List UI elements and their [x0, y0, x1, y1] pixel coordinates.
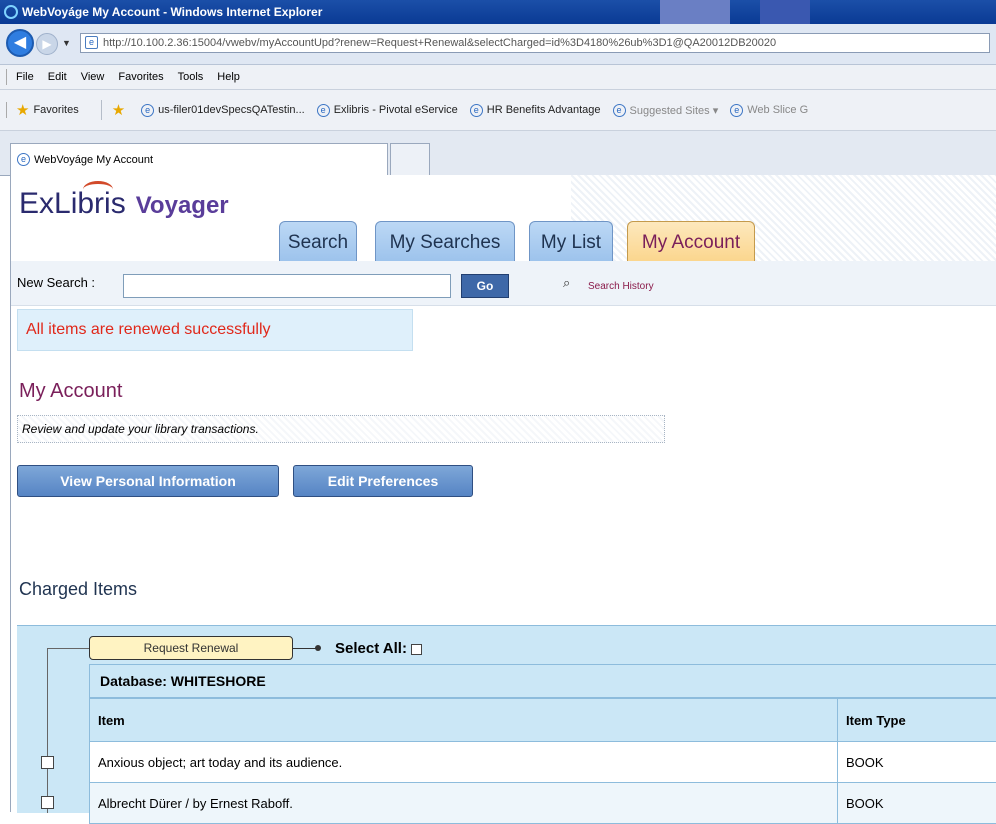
- favorite-link-label: HR Benefits Advantage: [487, 104, 601, 116]
- menu-help[interactable]: Help: [217, 71, 240, 83]
- select-all-checkbox[interactable]: [411, 644, 422, 655]
- favorite-link-specs[interactable]: e us-filer01devSpecsQATestin...: [141, 104, 305, 117]
- ie-page-icon: e: [141, 104, 154, 117]
- tree-connector: [47, 648, 48, 813]
- view-personal-info-button[interactable]: View Personal Information: [17, 465, 279, 497]
- item-title: Albrecht Dürer / by Ernest Raboff.: [90, 783, 838, 824]
- item-type: BOOK: [838, 783, 996, 824]
- menu-favorites[interactable]: Favorites: [118, 71, 163, 83]
- url-field[interactable]: e http://10.100.2.36:15004/vwebv/myAccou…: [80, 33, 990, 53]
- ie-logo-icon: [4, 5, 18, 19]
- page-title: My Account: [19, 380, 122, 403]
- search-history-link[interactable]: Search History: [588, 281, 654, 292]
- favorite-web-slice[interactable]: e Web Slice G: [730, 104, 808, 117]
- toolbar-grip: [6, 69, 10, 85]
- connector-line: [293, 648, 317, 649]
- address-bar: ◀ ▶ ▼ e http://10.100.2.36:15004/vwebv/m…: [0, 24, 996, 65]
- star-icon: ★: [16, 101, 29, 119]
- titlebar-decoration: [760, 0, 810, 24]
- page-icon: e: [85, 36, 98, 49]
- go-button[interactable]: Go: [461, 274, 509, 298]
- connector-dot: [315, 645, 321, 651]
- toolbar-grip: [6, 102, 10, 118]
- tab-my-account[interactable]: My Account: [627, 221, 755, 261]
- site-header: ExLibris Voyager Search My Searches My Li…: [11, 175, 996, 262]
- row-checkbox[interactable]: [41, 756, 54, 769]
- favorites-button[interactable]: ★ Favorites: [16, 101, 79, 119]
- tab-search[interactable]: Search: [279, 221, 357, 261]
- browser-tab-title: WebVoyáge My Account: [34, 154, 153, 166]
- logo-text: ExLibris: [19, 187, 126, 220]
- menu-view[interactable]: View: [81, 71, 105, 83]
- search-input[interactable]: [123, 274, 451, 298]
- ie-page-icon: e: [470, 104, 483, 117]
- favorite-link-hr[interactable]: e HR Benefits Advantage: [470, 104, 601, 117]
- favorites-label: Favorites: [33, 104, 78, 116]
- column-header-item: Item: [90, 699, 838, 742]
- browser-tab-bar: e WebVoyáge My Account: [0, 131, 996, 176]
- favorite-link-label: Exlibris - Pivotal eService: [334, 104, 458, 116]
- logo-product: Voyager: [136, 192, 229, 219]
- new-search-label: New Search :: [17, 275, 95, 290]
- menu-file[interactable]: File: [16, 71, 34, 83]
- favorite-link-label: Web Slice G: [747, 104, 808, 116]
- select-all-label: Select All:: [335, 640, 407, 657]
- browser-tab[interactable]: e WebVoyáge My Account: [10, 143, 388, 175]
- new-tab-button[interactable]: [390, 143, 430, 175]
- add-favorite-button[interactable]: ★: [112, 101, 129, 119]
- column-header-item-type: Item Type: [838, 699, 996, 742]
- table-header-row: Item Item Type: [90, 699, 996, 742]
- favorites-bar: ★ Favorites ★ e us-filer01devSpecsQATesti…: [0, 90, 996, 131]
- titlebar-decoration: [660, 0, 730, 24]
- url-text: http://10.100.2.36:15004/vwebv/myAccount…: [103, 37, 776, 49]
- charged-items-table: Item Item Type Anxious object; art today…: [89, 698, 996, 824]
- edit-preferences-button[interactable]: Edit Preferences: [293, 465, 473, 497]
- tab-my-list[interactable]: My List: [529, 221, 613, 261]
- table-row: Albrecht Dürer / by Ernest Raboff. BOOK: [90, 783, 996, 824]
- search-history-icon[interactable]: ⌕: [563, 275, 570, 291]
- page-subtitle: Review and update your library transacti…: [17, 415, 665, 443]
- favorite-link-label: Suggested Sites ▾: [630, 104, 719, 117]
- table-row: Anxious object; art today and its audien…: [90, 742, 996, 783]
- favorite-suggested-sites[interactable]: e Suggested Sites ▾: [613, 104, 719, 117]
- add-favorite-icon: ★: [112, 101, 125, 119]
- menu-bar: File Edit View Favorites Tools Help: [0, 65, 996, 90]
- ie-page-icon: e: [730, 104, 743, 117]
- request-renewal-button[interactable]: Request Renewal: [89, 636, 293, 660]
- tab-my-searches[interactable]: My Searches: [375, 221, 515, 261]
- menu-tools[interactable]: Tools: [178, 71, 204, 83]
- item-type: BOOK: [838, 742, 996, 783]
- tree-connector: [47, 648, 89, 649]
- forward-button[interactable]: ▶: [36, 33, 58, 55]
- window-title: WebVoyáge My Account - Windows Internet …: [22, 5, 322, 19]
- database-header: Database: WHITESHORE: [89, 664, 996, 698]
- ie-page-icon: e: [613, 104, 626, 117]
- status-message: All items are renewed successfully: [17, 309, 413, 351]
- ie-page-icon: e: [17, 153, 30, 166]
- favorite-link-exlibris[interactable]: e Exlibris - Pivotal eService: [317, 104, 458, 117]
- divider: [101, 100, 102, 120]
- charged-items-panel: Request Renewal Select All: Database: WH…: [17, 625, 996, 813]
- exlibris-logo: ExLibris Voyager: [19, 187, 229, 221]
- item-title: Anxious object; art today and its audien…: [90, 742, 838, 783]
- select-all: Select All:: [335, 640, 422, 657]
- page-content: ExLibris Voyager Search My Searches My Li…: [10, 175, 996, 812]
- ie-page-icon: e: [317, 104, 330, 117]
- history-dropdown-icon[interactable]: ▼: [62, 38, 71, 48]
- menu-edit[interactable]: Edit: [48, 71, 67, 83]
- charged-items-title: Charged Items: [19, 579, 137, 600]
- search-bar: New Search : Go ⌕ Search History: [11, 261, 996, 306]
- window-titlebar: WebVoyáge My Account - Windows Internet …: [0, 0, 996, 24]
- row-checkbox[interactable]: [41, 796, 54, 809]
- back-button[interactable]: ◀: [6, 29, 34, 57]
- favorite-link-label: us-filer01devSpecsQATestin...: [158, 104, 305, 116]
